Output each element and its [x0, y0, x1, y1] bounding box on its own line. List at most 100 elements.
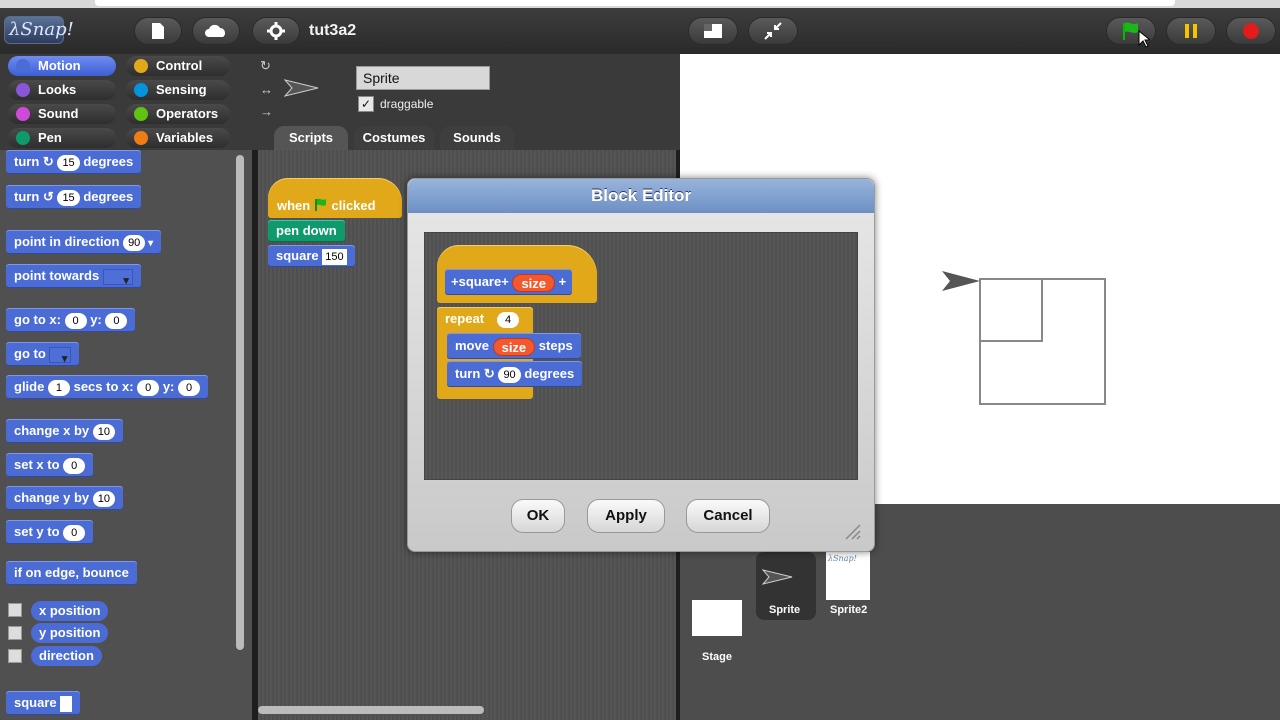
square-size-slot[interactable]	[60, 695, 73, 712]
turn-counterclockwise-block[interactable]: turn ↺ 15 degrees	[6, 185, 142, 209]
go-to-xy-block[interactable]: go to x: 0 y: 0	[6, 308, 136, 332]
plus-icon[interactable]: +	[501, 274, 509, 289]
go-to-block[interactable]: go to	[6, 342, 80, 371]
direction-value[interactable]: 90	[123, 234, 146, 251]
stage-label: Stage	[702, 651, 732, 663]
y-position-checkbox[interactable]	[8, 626, 22, 640]
rotate-any-icon[interactable]: ↻	[260, 58, 271, 74]
category-motion[interactable]: Motion	[8, 56, 116, 76]
point-towards-dropdown[interactable]	[102, 268, 133, 293]
direction-reporter[interactable]: direction	[31, 646, 102, 666]
tab-scripts[interactable]: Scripts	[274, 126, 348, 150]
turn-degrees-block[interactable]: turn ↻ 90 degrees	[447, 361, 583, 387]
sprite2-label: Sprite2	[830, 604, 868, 616]
point-in-direction-block[interactable]: point in direction 90 ▾	[6, 230, 162, 254]
resize-handle-icon[interactable]	[844, 523, 862, 541]
goto-x-value[interactable]: 0	[64, 312, 87, 329]
turn-clockwise-block[interactable]: turn ↻ 15 degrees	[6, 150, 142, 174]
glide-block[interactable]: glide 1 secs to x: 0 y: 0	[6, 375, 209, 399]
stage-thumbnail[interactable]	[692, 600, 742, 636]
square-block[interactable]: square 150	[268, 245, 355, 267]
app-mode-button[interactable]	[748, 17, 798, 45]
category-pen[interactable]: Pen	[8, 128, 116, 148]
turn-ccw-value[interactable]: 15	[57, 189, 80, 206]
set-y-block[interactable]: set y to 0	[6, 520, 94, 544]
file-menu-button[interactable]	[134, 17, 182, 45]
tab-costumes[interactable]: Costumes	[354, 126, 434, 150]
plus-icon[interactable]: +	[559, 274, 567, 289]
stage-size-button[interactable]	[688, 17, 738, 45]
rotate-none-icon[interactable]: →	[260, 104, 273, 119]
rotate-lr-icon[interactable]: ↔	[260, 82, 273, 97]
custom-square-block[interactable]: square	[6, 691, 81, 715]
ok-button[interactable]: OK	[511, 499, 565, 533]
block-palette: turn ↻ 15 degrees turn ↺ 15 degrees poin…	[0, 150, 252, 720]
looks-color-icon	[16, 83, 30, 97]
palette-scrollbar[interactable]	[236, 155, 244, 650]
goto-y-value[interactable]: 0	[105, 312, 128, 329]
sprite-icon-selected[interactable]: Sprite	[756, 552, 816, 620]
direction-checkbox[interactable]	[8, 649, 22, 663]
move-size-variable[interactable]: size	[492, 337, 536, 356]
gear-icon	[267, 22, 285, 40]
pause-button[interactable]	[1166, 17, 1216, 45]
glide-secs-value[interactable]: 1	[47, 379, 70, 396]
sprite-label: Sprite	[769, 604, 801, 616]
scripts-horizontal-scrollbar[interactable]	[258, 706, 484, 714]
category-control[interactable]: Control	[126, 56, 230, 76]
change-x-value[interactable]: 10	[92, 423, 116, 440]
change-y-block[interactable]: change y by 10	[6, 486, 124, 510]
point-towards-block[interactable]: point towards	[6, 264, 141, 293]
set-y-value[interactable]: 0	[63, 524, 86, 541]
draggable-checkbox[interactable]: ✓	[358, 96, 374, 112]
when-flag-clicked-hat[interactable]: when clicked	[268, 178, 402, 218]
snap-logo[interactable]: λSnap!	[4, 16, 74, 44]
collapse-arrows-icon	[764, 22, 782, 40]
category-operators[interactable]: Operators	[126, 104, 230, 124]
stop-button[interactable]	[1226, 17, 1276, 45]
apply-button[interactable]: Apply	[587, 499, 665, 533]
set-x-block[interactable]: set x to 0	[6, 453, 94, 477]
go-to-dropdown[interactable]	[49, 346, 72, 371]
cloud-menu-button[interactable]	[192, 17, 240, 45]
file-icon	[152, 23, 164, 39]
prototype-block[interactable]: +square+ size +	[445, 269, 573, 295]
sprite-name-input[interactable]: Sprite	[356, 66, 490, 90]
category-looks[interactable]: Looks	[8, 80, 116, 100]
tab-sounds[interactable]: Sounds	[440, 126, 514, 150]
change-x-block[interactable]: change x by 10	[6, 419, 124, 443]
operators-color-icon	[134, 107, 148, 121]
address-bar[interactable]	[95, 0, 1175, 6]
cancel-button[interactable]: Cancel	[686, 499, 770, 533]
x-position-checkbox[interactable]	[8, 603, 22, 617]
turn-degrees-value[interactable]: 90	[498, 366, 521, 383]
x-position-reporter[interactable]: x position	[31, 601, 109, 621]
glide-y-value[interactable]: 0	[178, 379, 201, 396]
motion-color-icon	[16, 59, 30, 73]
chevron-down-icon[interactable]: ▾	[145, 238, 153, 249]
plus-icon[interactable]: +	[451, 274, 459, 289]
pen-color-icon	[16, 131, 30, 145]
pause-icon	[1185, 24, 1197, 38]
y-position-reporter[interactable]: y position	[31, 623, 109, 643]
size-parameter[interactable]: size	[512, 273, 556, 292]
change-y-value[interactable]: 10	[92, 490, 116, 507]
sprite2-thumbnail: λSnap!	[826, 552, 870, 600]
category-variables[interactable]: Variables	[126, 128, 230, 148]
block-editor-dialog: Block Editor +square+ size + repeat 4 mo…	[407, 178, 875, 552]
category-sound[interactable]: Sound	[8, 104, 116, 124]
repeat-count-value[interactable]: 4	[497, 312, 519, 328]
move-steps-block[interactable]: move size steps	[447, 333, 581, 359]
square-size-value[interactable]: 150	[322, 248, 347, 265]
glide-x-value[interactable]: 0	[137, 379, 160, 396]
pen-down-block[interactable]: pen down	[268, 220, 345, 242]
turn-cw-value[interactable]: 15	[57, 154, 80, 171]
bounce-block[interactable]: if on edge, bounce	[6, 561, 137, 585]
settings-button[interactable]	[252, 17, 300, 45]
mouse-cursor-icon	[1138, 30, 1150, 48]
set-x-value[interactable]: 0	[63, 457, 86, 474]
block-editor-canvas[interactable]: +square+ size + repeat 4 move size steps…	[424, 232, 858, 480]
dialog-title[interactable]: Block Editor	[408, 179, 874, 213]
sprite2-icon[interactable]: λSnap! Sprite2	[826, 552, 872, 620]
category-sensing[interactable]: Sensing	[126, 80, 230, 100]
